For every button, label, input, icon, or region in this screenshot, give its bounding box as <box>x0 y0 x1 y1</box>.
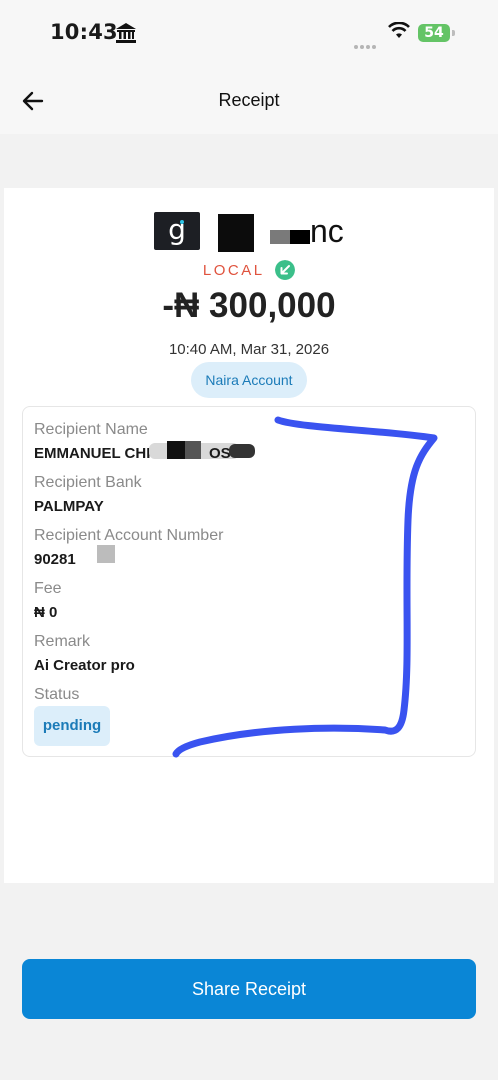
logo-dot <box>180 220 184 224</box>
account-number-value: 90281 <box>34 551 76 568</box>
redaction-block <box>167 441 185 459</box>
status-time: 10:43 <box>50 20 118 44</box>
status-label: Status <box>34 686 80 703</box>
cellular-signal-icon <box>354 36 378 54</box>
account-badge: Naira Account <box>191 362 307 398</box>
redaction-block <box>218 214 254 252</box>
transaction-amount: -₦ 300,000 <box>162 286 336 325</box>
merchant-name: nc <box>310 212 344 250</box>
merchant-row: g nc <box>154 212 354 252</box>
fee-value: ₦ 0 <box>34 604 58 621</box>
recipient-name-label: Recipient Name <box>34 421 148 438</box>
merchant-logo: g <box>154 212 200 250</box>
remark-value: Ai Creator pro <box>34 657 135 674</box>
top-app-bar: Receipt <box>0 66 498 134</box>
details-panel: Recipient Name EMMANUEL CHI OS Recipient… <box>22 406 476 757</box>
battery-nub <box>452 30 455 36</box>
fee-label: Fee <box>34 580 62 597</box>
status-badge: pending <box>34 706 110 746</box>
remark-label: Remark <box>34 633 91 650</box>
redaction-block <box>185 441 201 459</box>
transfer-type-row: LOCAL <box>4 260 494 280</box>
merchant-name-text: nc <box>310 213 344 249</box>
page-title: Receipt <box>218 90 280 110</box>
recipient-bank-value: PALMPAY <box>34 498 104 515</box>
receipt-card: g nc LOCAL -₦ 300,000 10:40 AM, Mar 31, … <box>4 188 494 883</box>
transaction-datetime: 10:40 AM, Mar 31, 2026 <box>168 341 330 358</box>
transfer-type-label: LOCAL <box>202 261 265 279</box>
recipient-bank-label: Recipient Bank <box>34 474 142 491</box>
recipient-name-tail: OS <box>209 445 231 462</box>
wifi-icon <box>388 22 410 38</box>
redaction-block <box>229 444 255 458</box>
merchant-logo-letter: g <box>168 213 186 246</box>
bank-icon <box>116 23 136 43</box>
redaction-block <box>290 230 310 244</box>
account-number-label: Recipient Account Number <box>34 527 224 544</box>
status-bar: 10:43 54 <box>0 0 498 66</box>
redaction-block <box>97 545 115 563</box>
recipient-name-value: EMMANUEL CHI <box>34 445 151 462</box>
incoming-arrow-icon <box>275 260 296 280</box>
battery-icon: 54 <box>418 24 450 42</box>
share-receipt-button[interactable]: Share Receipt <box>22 959 476 1019</box>
